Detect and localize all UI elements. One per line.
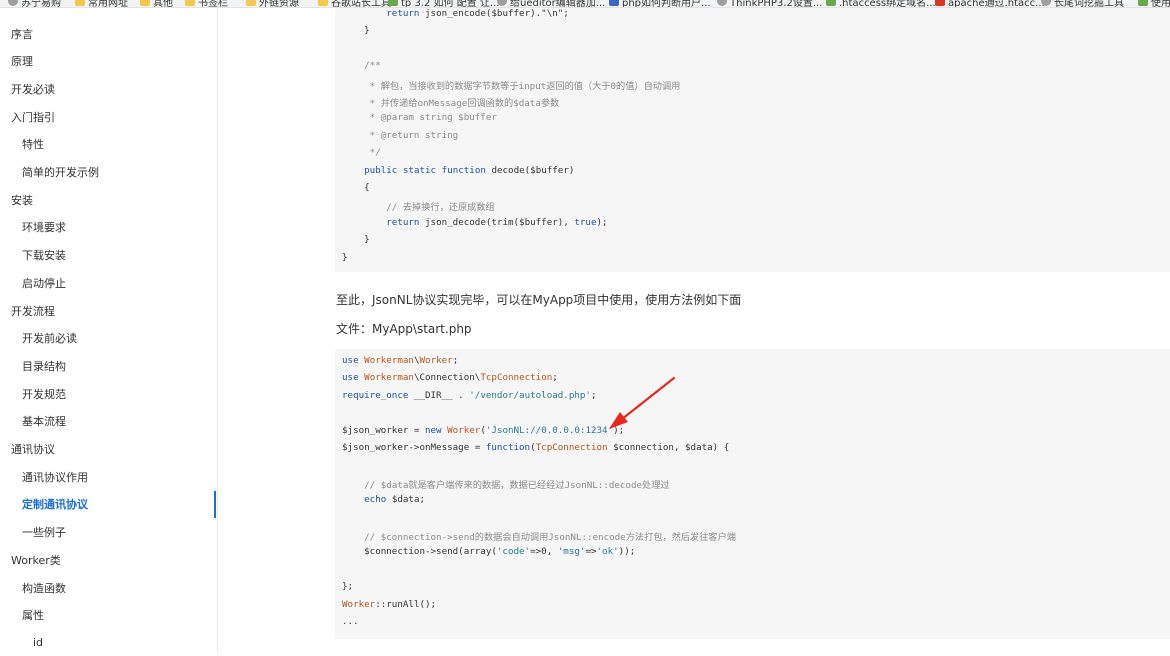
paragraph-file-path: 文件：MyApp\start.php [336, 322, 472, 336]
bookmark-8[interactable]: php如何判断用户... [609, 0, 711, 8]
sidebar-item[interactable]: 目录结构 [0, 352, 218, 379]
sidebar-item[interactable]: 一些例子 [0, 519, 218, 546]
sidebar-item[interactable]: 属性 [0, 602, 218, 629]
paragraph-summary: 至此，JsonNL协议实现完毕，可以在MyApp项目中使用，使用方法例如下面 [336, 293, 742, 307]
code-line: // 去掉换行，还原成数组 [342, 202, 495, 214]
sidebar-item[interactable]: 安装 [0, 186, 218, 213]
bookmark-label: .htaccess绑定域名... [839, 0, 936, 8]
bookmark-13[interactable]: 使用 [1138, 0, 1170, 8]
folder-icon [185, 0, 195, 6]
bookmark-0[interactable]: 苏宁易购 [8, 0, 61, 8]
code-line: */ [342, 147, 381, 159]
folder-icon [140, 0, 150, 6]
bookmark-4[interactable]: 外链资源 [246, 0, 299, 8]
code-line: * 解包，当接收到的数据字节数等于input返回的值（大于0的值）自动调用 [342, 80, 681, 92]
bookmark-label: ThinkPHP3.2设置... [730, 0, 823, 8]
bookmark-6[interactable]: tp 3.2 如何 配置 让... [388, 0, 500, 8]
sidebar-item[interactable]: id [0, 629, 218, 656]
code-line: require_once __DIR__ . '/vendor/autoload… [342, 389, 597, 401]
sidebar-item[interactable]: 入门指引 [0, 103, 218, 130]
bookmark-label: 外链资源 [259, 0, 299, 8]
code-line: $connection->send(array('code'=>0, 'msg'… [342, 546, 636, 558]
page-icon [1138, 0, 1148, 6]
code-line: ... [342, 616, 359, 627]
bookmark-5[interactable]: 谷歌站长工具 [318, 0, 391, 8]
globe-icon [1041, 0, 1051, 6]
sidebar-item[interactable]: 原理 [0, 48, 218, 75]
code-line: * @param string $buffer [342, 112, 497, 124]
code-line: // $data就是客户端传来的数据，数据已经经过JsonNL::decode处… [342, 479, 670, 491]
code-block-protocol: return json_encode($buffer)."\n"; } /** … [335, 8, 1170, 272]
code-line: return json_decode(trim($buffer), true); [386, 216, 608, 228]
bookmark-11[interactable]: apache通过.htacc... [935, 0, 1045, 8]
sidebar-item[interactable]: 简单的开发示例 [0, 159, 218, 186]
bookmark-2[interactable]: 其他 [140, 0, 173, 8]
code-line: public static function decode($buffer) [364, 164, 575, 176]
bookmark-label: 使用 [1151, 0, 1170, 8]
sidebar-item[interactable]: 启动停止 [0, 269, 218, 296]
bookmark-label: 其他 [153, 0, 173, 8]
code-line: }; [342, 581, 354, 593]
bookmark-label: apache通过.htacc... [948, 0, 1045, 8]
code-line: /** [342, 60, 381, 72]
folder-icon [246, 0, 256, 6]
bookmark-label: php如何判断用户... [622, 0, 711, 8]
code-block-start-php: use Workerman\Worker; use Workerman\Conne… [335, 349, 1170, 639]
sidebar-item[interactable]: 特性 [0, 131, 218, 158]
code-line: * @return string [342, 129, 459, 141]
sidebar-item[interactable]: 环境要求 [0, 214, 218, 241]
page-icon [826, 0, 836, 6]
bookmark-label: 给ueditor编辑器加... [510, 0, 606, 8]
code-line: * 并传递给onMessage回调函数的$data参数 [342, 98, 560, 109]
bookmark-10[interactable]: .htaccess绑定域名... [826, 0, 936, 8]
page-icon [388, 0, 398, 6]
sidebar-item[interactable]: 开发前必读 [0, 325, 218, 352]
search-icon [717, 0, 727, 6]
code-line: // $connection->send的数据会自动调用JsonNL::enco… [342, 532, 736, 543]
sidebar-item[interactable]: 定制通讯协议 [0, 490, 218, 518]
folder-icon [318, 0, 328, 6]
sidebar-item[interactable]: Worker类 [0, 546, 218, 573]
sidebar-item[interactable]: 通讯协议 [0, 436, 218, 463]
bookmark-label: tp 3.2 如何 配置 让... [401, 0, 500, 8]
folder-icon [75, 0, 85, 6]
globe-icon [8, 0, 18, 6]
bookmarks-bar: 苏宁易购 常用网址 其他 书签栏 外链资源 谷歌站长工具 tp 3.2 如何 配置 让...… [0, 0, 1170, 8]
code-line: return json_encode($buffer)."\n"; [386, 8, 569, 19]
sidebar-item[interactable]: 序言 [0, 20, 218, 47]
code-line: use Workerman\Worker; [342, 355, 459, 366]
baidu-icon [609, 0, 619, 6]
csdn-icon [935, 0, 945, 6]
sidebar-item[interactable]: 开发流程 [0, 297, 218, 324]
search-icon [497, 0, 507, 6]
bookmark-1[interactable]: 常用网址 [75, 0, 128, 8]
sidebar-item[interactable]: 构造函数 [0, 574, 218, 601]
code-line: use Workerman\Connection\TcpConnection; [342, 372, 558, 384]
bookmark-label: 常用网址 [88, 0, 128, 8]
sidebar-item[interactable]: 开发规范 [0, 380, 218, 407]
bookmark-label: 书签栏 [198, 0, 228, 8]
bookmark-label: 苏宁易购 [21, 0, 61, 8]
sidebar-item[interactable]: 基本流程 [0, 408, 218, 435]
code-line: $json_worker->onMessage = function(TcpCo… [342, 442, 730, 453]
bookmark-label: 长尾词挖掘工具 [1054, 0, 1124, 8]
sidebar-item[interactable]: 下载安装 [0, 242, 218, 269]
code-line: } [342, 25, 370, 37]
code-line: $json_worker = new Worker('JsonNL://0.0.… [342, 424, 625, 436]
bookmark-3[interactable]: 书签栏 [185, 0, 228, 8]
code-line: echo $data; [364, 494, 426, 506]
code-line: Worker::runAll(); [342, 598, 437, 610]
sidebar-item[interactable]: 开发必读 [0, 75, 218, 102]
sidebar-item[interactable]: 通讯协议作用 [0, 463, 218, 490]
bookmark-label: 谷歌站长工具 [331, 0, 391, 8]
docs-sidebar: 序言 原理 开发必读 入门指引 特性 简单的开发示例 安装 环境要求 下载安装 启动停止 开发流程开… [0, 8, 218, 651]
bookmark-9[interactable]: ThinkPHP3.2设置... [717, 0, 823, 8]
code-line: } [342, 251, 348, 263]
bookmark-12[interactable]: 长尾词挖掘工具 [1041, 0, 1124, 8]
doc-content: return json_encode($buffer)."\n"; } /** … [219, 8, 1170, 651]
bookmark-7[interactable]: 给ueditor编辑器加... [497, 0, 606, 8]
code-line: { [342, 182, 370, 193]
code-line: } [342, 234, 370, 246]
